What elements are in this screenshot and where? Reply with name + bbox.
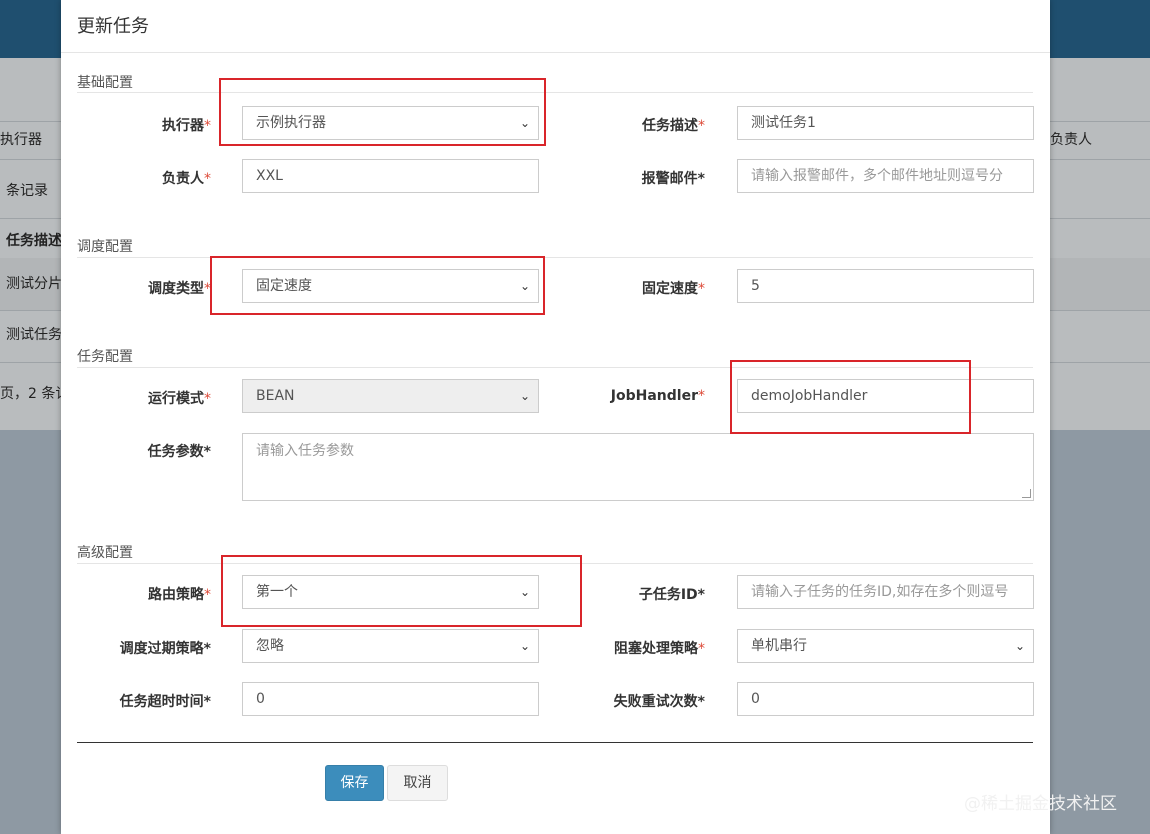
save-button[interactable]: 保存	[325, 765, 384, 801]
footer-divider	[77, 742, 1033, 743]
section-basic: 基础配置	[77, 75, 133, 91]
fixed-rate-label: 固定速度*	[642, 281, 705, 297]
child-id-input[interactable]: 请输入子任务的任务ID,如存在多个则逗号	[737, 575, 1034, 609]
timeout-input[interactable]: 0	[242, 682, 539, 716]
schedule-type-label: 调度类型*	[148, 281, 211, 297]
fixed-rate-input[interactable]: 5	[737, 269, 1034, 303]
highlight-box	[730, 360, 971, 434]
job-handler-label: JobHandler*	[610, 388, 705, 404]
chevron-down-icon: ⌄	[519, 389, 530, 403]
section-task: 任务配置	[77, 349, 133, 365]
update-task-modal: 更新任务 基础配置 执行器* 示例执行器 ⌄ 任务描述* 测试任务1 负责人* X…	[61, 0, 1050, 834]
bg-row-text: 测试任务	[6, 327, 62, 343]
misfire-select[interactable]: 忽略 ⌄	[242, 629, 539, 663]
retry-label: 失败重试次数*	[613, 694, 705, 710]
cancel-button[interactable]: 取消	[387, 765, 448, 801]
run-mode-select: BEAN ⌄	[242, 379, 539, 413]
bg-row-text: 测试分片	[6, 276, 62, 292]
timeout-label: 任务超时时间*	[119, 694, 211, 710]
resize-handle-icon[interactable]	[1022, 489, 1031, 498]
highlight-box	[221, 555, 582, 627]
bg-col-owner: 负责人	[1050, 132, 1092, 148]
bg-records-label: 条记录	[6, 183, 48, 199]
bg-pagination: 页，2 条记	[0, 386, 70, 402]
retry-input[interactable]: 0	[737, 682, 1034, 716]
params-label: 任务参数*	[147, 444, 211, 460]
params-textarea[interactable]: 请输入任务参数	[242, 433, 1034, 501]
modal-header-divider	[61, 52, 1050, 53]
misfire-label: 调度过期策略*	[119, 641, 211, 657]
email-label: 报警邮件*	[641, 171, 705, 187]
executor-label: 执行器*	[162, 118, 211, 134]
highlight-box	[219, 78, 546, 146]
owner-input[interactable]: XXL	[242, 159, 539, 193]
email-input[interactable]: 请输入报警邮件，多个邮件地址则逗号分	[737, 159, 1034, 193]
owner-label: 负责人*	[162, 171, 211, 187]
chevron-down-icon: ⌄	[519, 639, 530, 653]
block-select[interactable]: 单机串行 ⌄	[737, 629, 1034, 663]
chevron-down-icon: ⌄	[1014, 639, 1025, 653]
modal-title: 更新任务	[77, 16, 149, 37]
section-schedule: 调度配置	[77, 239, 133, 255]
block-label: 阻塞处理策略*	[614, 641, 705, 657]
route-label: 路由策略*	[148, 587, 211, 603]
section-advanced: 高级配置	[77, 545, 133, 561]
watermark: @稀土掘金技术社区	[964, 794, 1117, 814]
run-mode-label: 运行模式*	[148, 391, 211, 407]
desc-label: 任务描述*	[642, 118, 705, 134]
bg-col-executor: 执行器	[0, 132, 42, 148]
desc-input[interactable]: 测试任务1	[737, 106, 1034, 140]
highlight-box	[210, 256, 545, 315]
bg-col-desc: 任务描述	[6, 233, 62, 249]
